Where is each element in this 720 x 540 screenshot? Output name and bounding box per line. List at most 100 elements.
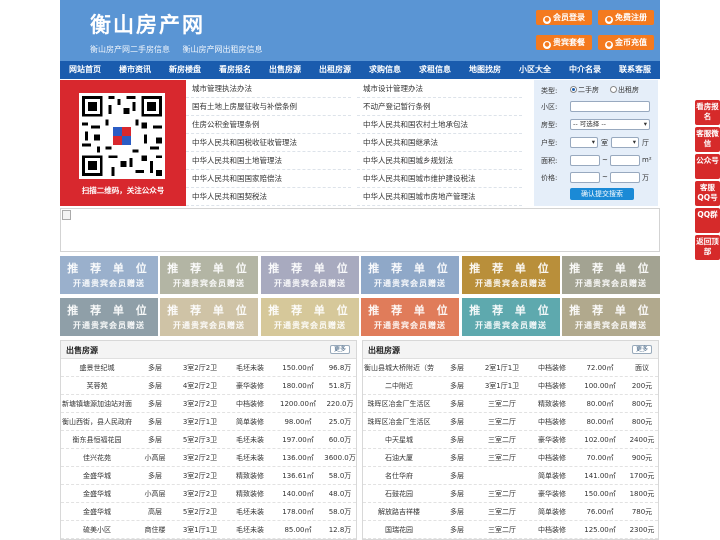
listing-community[interactable]: 芙蓉苑 (61, 377, 133, 395)
link-second-hand-info[interactable]: 衡山房产网二手房信息 (90, 45, 170, 54)
vip-package-button[interactable]: ● 贵宾套餐 (536, 35, 592, 50)
float-back-to-top[interactable]: 返回顶部 (695, 235, 720, 260)
law-link[interactable]: 中华人民共和国城市维护建设税法 (357, 170, 522, 188)
nav-contact-service[interactable]: 联系客服 (610, 61, 660, 79)
listing-community[interactable]: 佳兴花苑 (61, 449, 133, 467)
coin-recharge-button[interactable]: ● 金币充值 (598, 35, 654, 50)
listing-row[interactable]: 解放路吉祥楼 多层 三室二厅 简单装修 76.00㎡ 780元 (363, 503, 658, 521)
nav-agencies[interactable]: 中介名录 (560, 61, 610, 79)
hall-count-select[interactable]: ▾ (611, 137, 639, 148)
listing-row[interactable]: 金盛华城 小高层 3室2厅2卫 精致装修 140.00㎡ 48.0万 (61, 485, 356, 503)
law-link[interactable]: 中华人民共和国国家赔偿法 (186, 170, 351, 188)
listing-community[interactable]: 衡山县城大桥附近（劳 (363, 359, 435, 377)
law-link[interactable]: 住房公积金管理条例 (186, 116, 351, 134)
area-max-input[interactable] (610, 155, 640, 166)
nav-map-search[interactable]: 地图找房 (460, 61, 510, 79)
area-min-input[interactable] (570, 155, 600, 166)
listing-row[interactable]: 金盛华城 高层 5室2厅2卫 毛坯未装 178.00㎡ 58.0万 (61, 503, 356, 521)
float-qq-group[interactable]: QQ群 (695, 208, 720, 233)
listing-community[interactable]: 金盛华城 (61, 485, 133, 503)
listing-row[interactable]: 石鼓花园 多层 三室二厅 豪华装修 150.00㎡ 1800元 (363, 485, 658, 503)
listing-row[interactable]: 珠晖区冶金厂生活区 多层 三室二厅 中档装修 80.00㎡ 800元 (363, 413, 658, 431)
listing-community[interactable]: 中天星城 (363, 431, 435, 449)
more-rent-button[interactable]: 更多 (632, 345, 652, 354)
listing-community[interactable]: 金盛华城 (61, 503, 133, 521)
listing-row[interactable]: 硫美小区 商住楼 3室1厅1卫 毛坯未装 85.00㎡ 12.8万 (61, 521, 356, 539)
ad-tile[interactable]: 推 荐 单 位开通贵宾会员赠送 (361, 256, 459, 294)
law-link[interactable]: 城市设计管理办法 (357, 80, 522, 98)
listing-row[interactable]: 芙蓉苑 多层 4室2厅2卫 豪华装修 180.00㎡ 51.8万 (61, 377, 356, 395)
price-min-input[interactable] (570, 172, 600, 183)
law-link[interactable]: 不动产登记暂行条例 (357, 98, 522, 116)
listing-community[interactable]: 珠晖区冶金厂生活区 (363, 413, 435, 431)
float-official-account[interactable]: 公众号 (695, 154, 720, 179)
listing-row[interactable]: 盛景世纪城 多层 3室2厅2卫 毛坯未装 150.00㎡ 96.8万 (61, 359, 356, 377)
member-login-button[interactable]: ● 会员登录 (536, 10, 592, 25)
banner-ad[interactable] (60, 208, 660, 252)
listing-community[interactable]: 新塘镇塘源加油站对面 (61, 395, 133, 413)
law-link[interactable]: 城市管理执法办法 (186, 80, 351, 98)
listing-row[interactable]: 中天星城 多层 三室二厅 豪华装修 102.00㎡ 2400元 (363, 431, 658, 449)
nav-home[interactable]: 网站首页 (60, 61, 110, 79)
ad-tile[interactable]: 推 荐 单 位开通贵宾会员赠送 (160, 298, 258, 336)
ad-tile[interactable]: 推 荐 单 位开通贵宾会员赠送 (462, 298, 560, 336)
law-link[interactable]: 中华人民共和国农村土地承包法 (357, 116, 522, 134)
site-logo-title[interactable]: 衡山房产网 (90, 9, 205, 39)
law-link[interactable]: 中华人民共和国城市房地产管理法 (357, 188, 522, 206)
listing-community[interactable]: 石鼓花园 (363, 485, 435, 503)
ad-tile[interactable]: 推 荐 单 位开通贵宾会员赠送 (562, 298, 660, 336)
listing-row[interactable]: 衡东县恒福花园 多层 5室2厅3卫 毛坯未装 197.00㎡ 60.0万 (61, 431, 356, 449)
listing-community[interactable]: 盛景世纪城 (61, 359, 133, 377)
listing-row[interactable]: 二中附近 多层 3室1厅1卫 中档装修 100.00㎡ 200元 (363, 377, 658, 395)
law-link[interactable]: 中华人民共和国税收征收管理法 (186, 134, 351, 152)
listing-row[interactable]: 金盛华城 多层 3室2厅2卫 精致装修 136.61㎡ 58.0万 (61, 467, 356, 485)
listing-row[interactable]: 新塘镇塘源加油站对面 多层 3室2厅2卫 中档装修 1200.00㎡ 220.0万 (61, 395, 356, 413)
search-submit-button[interactable]: 确认提交搜索 (570, 188, 634, 200)
ad-tile[interactable]: 推 荐 单 位开通贵宾会员赠送 (60, 256, 158, 294)
listing-row[interactable]: 佳兴花苑 小高层 3室2厅2卫 毛坯未装 136.00㎡ 3600.0万 (61, 449, 356, 467)
ad-tile[interactable]: 推 荐 单 位开通贵宾会员赠送 (361, 298, 459, 336)
type-radio-second-hand[interactable]: 二手房 (570, 85, 599, 95)
listing-community[interactable]: 硫美小区 (61, 521, 133, 539)
nav-for-sale[interactable]: 出售房源 (260, 61, 310, 79)
nav-new-homes[interactable]: 新房楼盘 (160, 61, 210, 79)
price-max-input[interactable] (610, 172, 640, 183)
ad-tile[interactable]: 推 荐 单 位开通贵宾会员赠送 (462, 256, 560, 294)
nav-news[interactable]: 楼市资讯 (110, 61, 160, 79)
nav-wanted-buy[interactable]: 求购信息 (360, 61, 410, 79)
link-rental-info[interactable]: 衡山房产网出租房信息 (183, 45, 263, 54)
ad-tile[interactable]: 推 荐 单 位开通贵宾会员赠送 (160, 256, 258, 294)
listing-community[interactable]: 衡山西街，县人民政府 (61, 413, 133, 431)
listing-row[interactable]: 国瑞花园 多层 三室二厅 中档装修 125.00㎡ 2300元 (363, 521, 658, 539)
nav-for-rent[interactable]: 出租房源 (310, 61, 360, 79)
listing-row[interactable]: 石油大厦 多层 三室二厅 中档装修 70.00㎡ 900元 (363, 449, 658, 467)
listing-community[interactable]: 珠晖区冶金厂生活区 (363, 395, 435, 413)
ad-tile[interactable]: 推 荐 单 位开通贵宾会员赠送 (261, 256, 359, 294)
ad-tile[interactable]: 推 荐 单 位开通贵宾会员赠送 (60, 298, 158, 336)
float-service-wechat[interactable]: 客服微信 (695, 127, 720, 152)
law-link[interactable]: 国有土地上房屋征收与补偿条例 (186, 98, 351, 116)
listing-community[interactable]: 解放路吉祥楼 (363, 503, 435, 521)
listing-row[interactable]: 衡山县城大桥附近（劳 多层 2室1厅1卫 中档装修 72.00㎡ 面议 (363, 359, 658, 377)
listing-row[interactable]: 珠晖区冶金厂生活区 多层 三室二厅 精致装修 80.00㎡ 800元 (363, 395, 658, 413)
law-link[interactable]: 中华人民共和国契税法 (186, 188, 351, 206)
law-link[interactable]: 中华人民共和国继承法 (357, 134, 522, 152)
listing-community[interactable]: 国瑞花园 (363, 521, 435, 539)
listing-community[interactable]: 名仕华府 (363, 467, 435, 485)
ad-tile[interactable]: 推 荐 单 位开通贵宾会员赠送 (261, 298, 359, 336)
community-input[interactable] (570, 101, 650, 112)
law-link[interactable]: 中华人民共和国城乡规划法 (357, 152, 522, 170)
listing-row[interactable]: 衡山西街，县人民政府 多层 3室2厅1卫 简单装修 98.00㎡ 25.0万 (61, 413, 356, 431)
law-link[interactable]: 中华人民共和国土地管理法 (186, 152, 351, 170)
listing-community[interactable]: 衡东县恒福花园 (61, 431, 133, 449)
nav-communities[interactable]: 小区大全 (510, 61, 560, 79)
listing-row[interactable]: 名仕华府 多层 简单装修 141.00㎡ 1700元 (363, 467, 658, 485)
more-sale-button[interactable]: 更多 (330, 345, 350, 354)
listing-community[interactable]: 金盛华城 (61, 467, 133, 485)
ad-tile[interactable]: 推 荐 单 位开通贵宾会员赠送 (562, 256, 660, 294)
float-service-qq[interactable]: 客服QQ号 (695, 181, 720, 206)
float-viewing-signup[interactable]: 看房报名 (695, 100, 720, 125)
house-type-select[interactable]: -- 可选择 -- ▾ (570, 119, 650, 130)
listing-community[interactable]: 石油大厦 (363, 449, 435, 467)
room-count-select[interactable]: ▾ (570, 137, 598, 148)
